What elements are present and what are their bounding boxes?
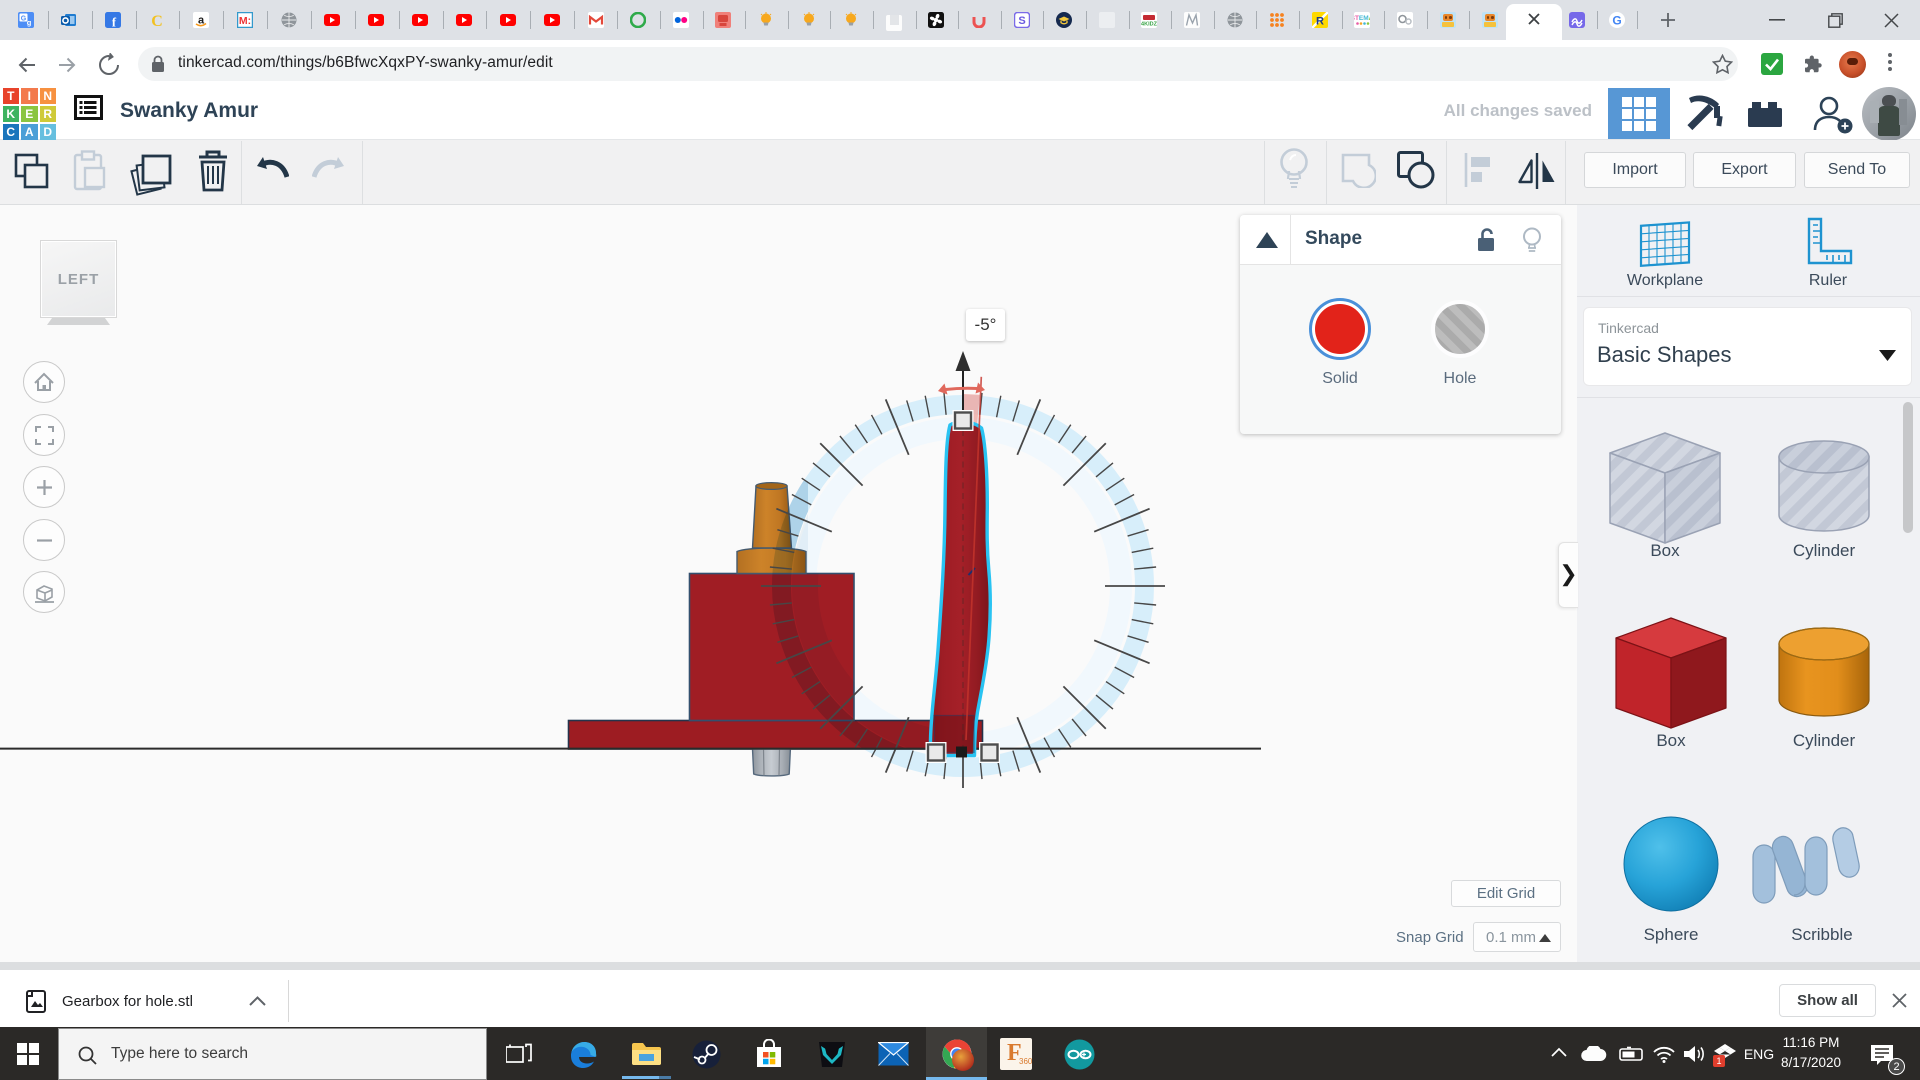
svg-text:Cylinder: Cylinder <box>1793 541 1856 560</box>
svg-text:Box: Box <box>1656 731 1686 750</box>
svg-text:Cylinder: Cylinder <box>1793 731 1856 750</box>
svg-text:C: C <box>151 13 163 28</box>
svg-text:Box: Box <box>1650 541 1680 560</box>
svg-text:g: g <box>27 18 32 27</box>
svg-text:4KIDZ: 4KIDZ <box>1141 22 1157 28</box>
svg-text:R: R <box>1316 16 1324 28</box>
svg-text:G: G <box>1612 14 1621 28</box>
svg-text:Scribble: Scribble <box>1791 925 1852 944</box>
svg-text:M:: M: <box>239 15 251 27</box>
svg-text:Sphere: Sphere <box>1644 925 1699 944</box>
svg-text:S: S <box>1018 15 1025 27</box>
svg-text:STEMA: STEMA <box>1354 15 1370 22</box>
